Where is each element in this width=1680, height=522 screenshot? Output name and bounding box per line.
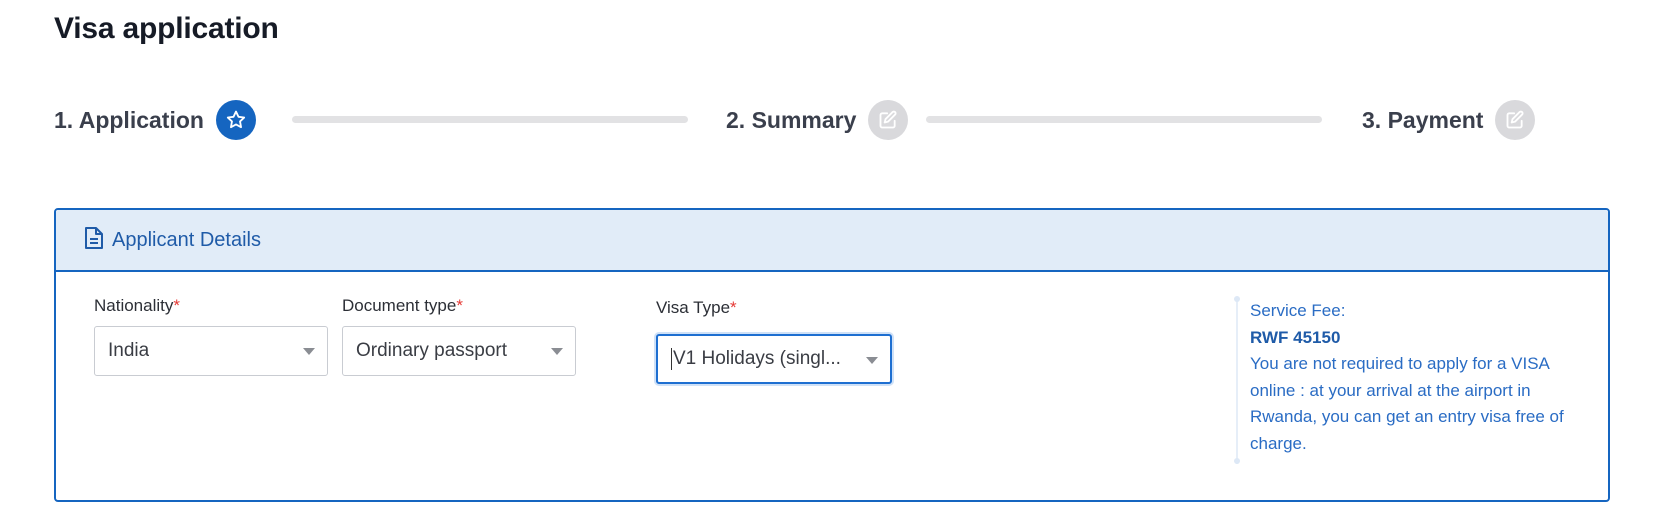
chevron-down-icon [551, 348, 563, 355]
divider-dot [1234, 458, 1240, 464]
nationality-select[interactable]: India [94, 326, 328, 376]
edit-icon [1495, 100, 1536, 140]
step-label: 2. Summary [726, 106, 857, 133]
required-mark: * [173, 296, 180, 315]
chevron-down-icon [303, 348, 315, 355]
step-payment[interactable]: 3. Payment [1362, 98, 1536, 142]
card-title: Applicant Details [112, 228, 261, 251]
step-connector [926, 116, 1322, 123]
document-type-value: Ordinary passport [356, 340, 508, 361]
page-title: Visa application [54, 12, 279, 45]
step-summary[interactable]: 2. Summary [726, 98, 909, 142]
document-type-select[interactable]: Ordinary passport [342, 326, 576, 376]
required-mark: * [730, 298, 737, 317]
nationality-value: India [108, 340, 150, 361]
document-type-field: Document type* Ordinary passport [342, 296, 576, 376]
visa-type-field: Visa Type* V1 Holidays (singl... [656, 298, 892, 384]
divider [1236, 298, 1238, 464]
nationality-label: Nationality* [94, 296, 180, 315]
stepper: 1. Application 2. Summary 3. Payment [54, 98, 1610, 142]
document-type-label: Document type* [342, 296, 463, 315]
step-label: 1. Application [54, 106, 204, 133]
required-mark: * [456, 296, 463, 315]
chevron-down-icon [866, 357, 878, 364]
service-fee-amount: RWF 45150 [1250, 327, 1341, 347]
edit-icon [868, 100, 909, 140]
service-fee-panel: Service Fee: RWF 45150 You are not requi… [1234, 296, 1596, 464]
visa-type-value: V1 Holidays (singl... [673, 348, 841, 369]
service-fee-text: Service Fee: RWF 45150 You are not requi… [1250, 298, 1590, 457]
applicant-details-card: Applicant Details Nationality* India Doc… [54, 208, 1610, 502]
divider-dot [1234, 296, 1240, 302]
step-application[interactable]: 1. Application [54, 98, 256, 142]
card-header: Applicant Details [56, 210, 1608, 272]
step-connector [292, 116, 688, 123]
document-icon [84, 226, 104, 255]
service-fee-note: You are not required to apply for a VISA… [1250, 354, 1564, 453]
service-fee-label: Service Fee: [1250, 301, 1346, 320]
step-label: 3. Payment [1362, 106, 1484, 133]
nationality-field: Nationality* India [94, 296, 328, 376]
visa-type-select[interactable]: V1 Holidays (singl... [656, 334, 892, 384]
star-icon [215, 100, 256, 140]
text-cursor [671, 348, 672, 370]
visa-type-label: Visa Type* [656, 298, 737, 317]
